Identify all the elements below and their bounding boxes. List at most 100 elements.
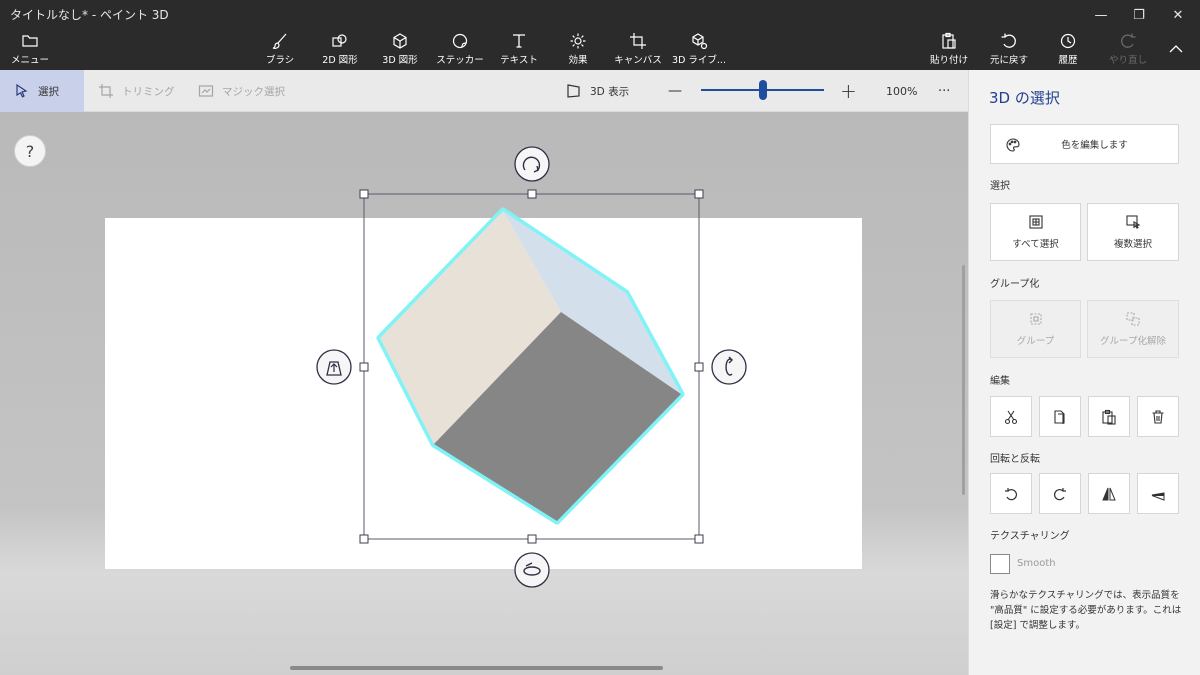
undo-icon	[1001, 33, 1016, 48]
history-icon	[1060, 33, 1076, 49]
tool-2d-shapes-label: 2D 図形	[322, 55, 358, 66]
sticker-icon	[452, 33, 468, 49]
depth-handle[interactable]	[316, 349, 352, 385]
menu-button[interactable]: メニュー	[11, 32, 50, 70]
trim-tool[interactable]: トリミング	[98, 70, 175, 112]
rotate-x-handle[interactable]	[514, 146, 550, 182]
magic-select-label: マジック選択	[222, 85, 285, 98]
horizontal-scrollbar[interactable]	[290, 666, 663, 670]
group-label: グループ	[1016, 336, 1055, 347]
rotate-left-button[interactable]	[990, 473, 1032, 514]
palette-icon	[1006, 138, 1020, 152]
tool-canvas-label: キャンバス	[614, 55, 662, 66]
resize-handle-bottom[interactable]	[527, 534, 537, 544]
zoom-in-button[interactable]: +	[840, 70, 857, 112]
resize-handle-left[interactable]	[359, 362, 369, 372]
redo-button[interactable]: やり直し	[1108, 32, 1148, 70]
menu-label: メニュー	[11, 55, 50, 66]
magic-select-icon	[198, 85, 214, 97]
tool-text[interactable]: テキスト	[498, 32, 540, 70]
cursor-icon	[16, 83, 28, 98]
tool-3d-library[interactable]: 3D ライブ...	[672, 32, 726, 70]
zoom-out-button[interactable]: —	[668, 70, 682, 112]
magic-select-tool[interactable]: マジック選択	[198, 70, 285, 112]
rotate-right-button[interactable]	[1039, 473, 1081, 514]
panel-title: 3D の選択	[989, 89, 1060, 107]
group-icon	[1029, 313, 1042, 325]
redo-icon	[1121, 33, 1136, 48]
section-edit-label: 編集	[990, 376, 1010, 387]
copy-icon	[1054, 409, 1065, 424]
group-button[interactable]: グループ	[990, 300, 1081, 358]
cube-icon	[393, 33, 407, 49]
resize-handle-bottom-left[interactable]	[359, 534, 369, 544]
resize-handle-bottom-right[interactable]	[694, 534, 704, 544]
redo-label: やり直し	[1108, 55, 1147, 66]
library-3d-icon	[692, 33, 708, 50]
multi-select-button[interactable]: 複数選択	[1087, 203, 1179, 261]
select-tool[interactable]: 選択	[0, 70, 84, 112]
select-all-icon	[1028, 215, 1043, 229]
paste-button[interactable]: 貼り付け	[928, 32, 970, 70]
select-all-label: すべて選択	[1012, 239, 1059, 250]
resize-handle-top-left[interactable]	[359, 189, 369, 199]
tool-canvas[interactable]: キャンバス	[614, 32, 662, 70]
tool-text-label: テキスト	[500, 55, 538, 66]
resize-handle-right[interactable]	[694, 362, 704, 372]
smooth-label: Smooth	[1017, 558, 1056, 569]
side-panel: 3D の選択 色を編集します 選択 すべて選択 複数選択 グループ化 グループ …	[968, 70, 1200, 675]
brush-icon	[272, 33, 287, 49]
multi-select-icon	[1126, 215, 1141, 229]
flip-vertical-icon	[1151, 491, 1165, 501]
history-button[interactable]: 履歴	[1052, 32, 1084, 70]
view-3d-toggle[interactable]: 3D 表示	[566, 70, 629, 112]
tool-brush-label: ブラシ	[265, 55, 295, 66]
rotate-left-icon	[1005, 487, 1017, 500]
smooth-checkbox[interactable]	[990, 554, 1010, 574]
more-options-button[interactable]: ···	[938, 70, 950, 112]
trim-tool-label: トリミング	[122, 85, 175, 98]
cut-button[interactable]	[990, 396, 1032, 437]
select-tool-label: 選択	[38, 85, 59, 98]
flip-horizontal-icon	[1102, 487, 1116, 500]
shapes-2d-icon	[332, 34, 347, 47]
paste-icon	[942, 32, 956, 49]
tool-3d-shapes[interactable]: 3D 図形	[378, 32, 422, 70]
delete-button[interactable]	[1137, 396, 1179, 437]
text-icon	[513, 34, 525, 48]
help-button[interactable]: ?	[14, 135, 46, 167]
zoom-slider-thumb[interactable]	[758, 80, 767, 100]
title-bar: タイトルなし* - ペイント 3D — ❐ ✕ メニュー ブラシ 2D 図形 3…	[0, 0, 1200, 70]
trim-icon	[99, 84, 113, 98]
rotate-y-handle[interactable]	[711, 349, 747, 385]
texture-note: 滑らかなテクスチャリングでは、表示品質を "高品質" に設定する必要があります。…	[990, 590, 1182, 631]
close-button[interactable]: ✕	[1155, 0, 1200, 30]
zoom-level[interactable]: 100%	[886, 70, 917, 112]
copy-button[interactable]	[1039, 396, 1081, 437]
tool-3d-shapes-label: 3D 図形	[382, 55, 418, 66]
ungroup-button[interactable]: グループ化解除	[1087, 300, 1179, 358]
crop-icon	[630, 33, 646, 49]
undo-button[interactable]: 元に戻す	[986, 32, 1032, 70]
paste-icon	[1102, 409, 1116, 425]
trash-icon	[1152, 409, 1164, 424]
rotate-z-handle[interactable]	[514, 552, 550, 588]
select-all-button[interactable]: すべて選択	[990, 203, 1081, 261]
tool-sticker[interactable]: ステッカー	[436, 32, 484, 70]
tool-effects[interactable]: 効果	[560, 32, 596, 70]
vertical-scrollbar[interactable]	[962, 265, 965, 495]
tool-effects-label: 効果	[568, 55, 588, 66]
view-3d-label: 3D 表示	[590, 85, 630, 98]
resize-handle-top[interactable]	[527, 189, 537, 199]
selection-toolbar: 選択 トリミング マジック選択 3D 表示 — + 100% ···	[0, 70, 968, 112]
edit-color-button[interactable]: 色を編集します	[990, 124, 1179, 164]
resize-handle-top-right[interactable]	[694, 189, 704, 199]
view-3d-icon	[567, 84, 580, 98]
flip-vertical-button[interactable]	[1137, 473, 1179, 514]
tool-brush[interactable]: ブラシ	[260, 32, 300, 70]
paste-panel-button[interactable]	[1088, 396, 1130, 437]
flip-horizontal-button[interactable]	[1088, 473, 1130, 514]
section-select-label: 選択	[990, 181, 1010, 192]
tool-2d-shapes[interactable]: 2D 図形	[318, 32, 362, 70]
section-group-label: グループ化	[990, 279, 1040, 290]
